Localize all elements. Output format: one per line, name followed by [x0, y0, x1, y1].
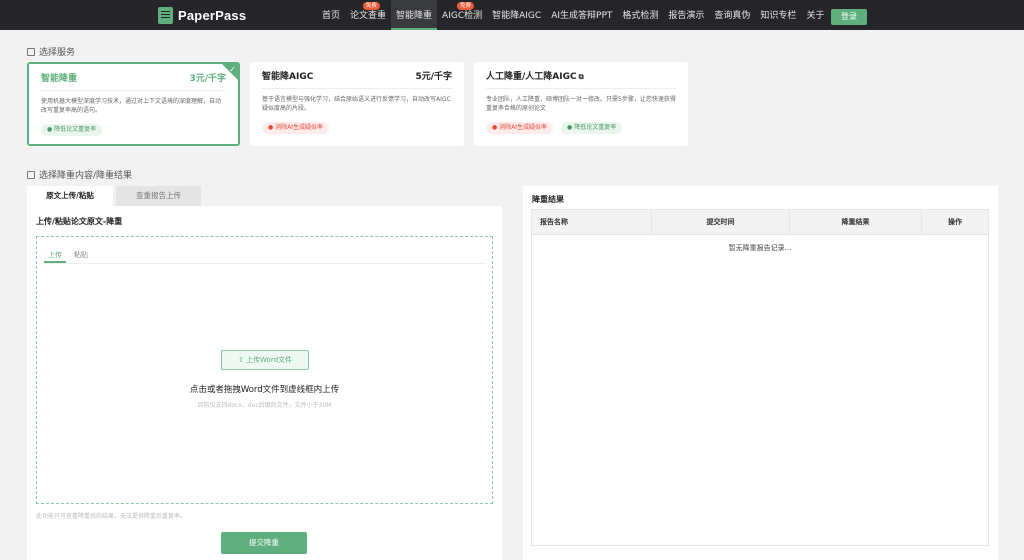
main-nav: 首页 论文查重 免费 智能降重 AIGC检测 免费 智能降AIGC AI生成答辩PP… [317, 0, 829, 30]
card-tags: ● 消除AI生成疑似率 ● 降低论文重复率 [486, 122, 676, 134]
subtabs: 上传 粘贴 [44, 247, 486, 264]
nav-item-home[interactable]: 首页 [317, 0, 345, 30]
section-title-text: 选择降重内容/降重结果 [39, 171, 133, 181]
results-table: 报告名称 提交时间 降重结果 操作 暂无降重报告记录... [531, 209, 989, 546]
nav-label: AIGC检测 [442, 11, 483, 21]
free-badge: 免费 [362, 2, 380, 10]
service-card-manual[interactable]: 人工降重/人工降AIGC ⧉ 专业团队，人工降重，硕博团队一对一修改。只需5步骤，… [474, 62, 688, 146]
column-header: 降重结果 [790, 210, 922, 234]
tag-text: 消除AI生成疑似率 [499, 124, 548, 131]
nav-item-format-check[interactable]: 格式检测 [617, 0, 663, 30]
nav-item-knowledge[interactable]: 知识专栏 [755, 0, 801, 30]
card-tags: ● 降低论文重复率 [41, 124, 226, 136]
nav-item-verify[interactable]: 查询真伪 [709, 0, 755, 30]
results-title: 降重结果 [532, 195, 564, 204]
tab-report-upload[interactable]: 查重报告上传 [116, 186, 201, 206]
upload-dropzone[interactable]: 上传 粘贴 ⇧ 上传Word文件 点击或者拖拽Word文件到虚线框内上传 目前仅… [36, 236, 493, 504]
login-button[interactable]: 登录 [831, 9, 867, 25]
tag: ● 降低论文重复率 [41, 124, 103, 136]
card-header: 人工降重/人工降AIGC ⧉ [486, 62, 676, 89]
tab-paste-upload[interactable]: 原文上传/粘贴 [27, 186, 113, 206]
submit-button[interactable]: 提交降重 [221, 532, 307, 554]
nav-item-aigc-detect[interactable]: AIGC检测 免费 [437, 0, 487, 30]
card-price: 5元/千字 [415, 71, 452, 82]
nav-label: 格式检测 [622, 11, 659, 21]
nav-item-about[interactable]: 关于 [801, 0, 829, 30]
card-name-text: 人工降重/人工降AIGC [486, 71, 577, 82]
section-title-content: 选择降重内容/降重结果 [27, 168, 132, 181]
card-header: 智能降重 3元/千字 [41, 64, 226, 91]
card-name: 智能降重 [41, 73, 78, 84]
nav-item-ai-ppt[interactable]: AI生成答辩PPT [546, 0, 617, 30]
nav-item-plagiarism-check[interactable]: 论文查重 免费 [345, 0, 391, 30]
logo[interactable]: PaperPass [158, 5, 246, 25]
tag: ● 消除AI生成疑似率 [262, 122, 330, 134]
nav-label: 论文查重 [350, 11, 387, 21]
nav-item-smart-rewrite[interactable]: 智能降重 [391, 0, 438, 30]
card-description: 专业团队，人工降重，硕博团队一对一修改。只需5步骤，让您快速获得重复率合格的原创… [486, 96, 676, 112]
top-navbar: PaperPass 首页 论文查重 免费 智能降重 AIGC检测 免费 智能降AIG… [0, 0, 1024, 30]
card-description: 使用机器大模型深度学习技术，通过对上下文语境的深度理解，自动改写重复率高的语句。 [41, 98, 222, 114]
tag-text: 消除AI生成疑似率 [275, 124, 324, 131]
column-header: 操作 [948, 218, 962, 226]
nav-label: 智能降重 [396, 11, 433, 21]
subtab-upload[interactable]: 上传 [44, 247, 66, 263]
column-header: 提交时间 [652, 210, 790, 234]
tag-text: 降低论文重复率 [54, 126, 97, 133]
service-card-smart-rewrite[interactable]: 智能降重 3元/千字 使用机器大模型深度学习技术，通过对上下文语境的深度理解，自… [27, 62, 240, 146]
card-header: 智能降AIGC 5元/千字 [262, 62, 452, 89]
nav-label: 报告演示 [668, 11, 705, 21]
upload-panel: 上传/粘贴论文原文-降重 上传 粘贴 ⇧ 上传Word文件 点击或者拖拽Word… [27, 206, 502, 560]
card-name: 智能降AIGC [262, 71, 314, 82]
section-title-services: 选择服务 [27, 45, 75, 58]
section-title-text: 选择服务 [39, 48, 76, 58]
tag: ● 消除AI生成疑似率 [486, 122, 554, 134]
results-panel: 降重结果 报告名称 提交时间 降重结果 操作 暂无降重报告记录... [523, 186, 998, 560]
upload-hint: 点击或者拖拽Word文件到虚线框内上传 [189, 385, 340, 395]
subtab-paste[interactable]: 粘贴 [70, 247, 92, 263]
card-name: 人工降重/人工降AIGC ⧉ [486, 69, 584, 82]
upload-button-label: 上传Word文件 [246, 356, 293, 364]
nav-label: 首页 [322, 11, 341, 21]
external-link-icon: ⧉ [578, 72, 584, 81]
logo-text: PaperPass [178, 7, 247, 23]
upload-word-button[interactable]: ⇧ 上传Word文件 [221, 350, 309, 370]
free-badge: 免费 [456, 2, 474, 10]
nav-item-smart-reduce-aigc[interactable]: 智能降AIGC [487, 0, 546, 30]
copy-icon [27, 47, 35, 56]
nav-label: 查询真伪 [714, 11, 751, 21]
card-description: 基于语言模型与强化学习，结合原始语义进行反馈学习，自动改写AIGC疑似度高的片段… [262, 96, 451, 112]
upload-icon: ⇧ [237, 356, 244, 364]
panel-heading: 上传/粘贴论文原文-降重 [36, 217, 123, 226]
check-icon: ✓ [229, 65, 236, 74]
card-tags: ● 消除AI生成疑似率 [262, 122, 452, 134]
nav-label: 智能降AIGC [492, 11, 542, 21]
empty-state: 暂无降重报告记录... [728, 244, 792, 252]
logo-icon [158, 6, 173, 24]
document-icon [27, 170, 35, 179]
tag: ● 降低论文重复率 [561, 122, 623, 134]
nav-label: AI生成答辩PPT [551, 11, 613, 21]
nav-label: 知识专栏 [760, 11, 797, 21]
panel-note: 此功能只可查看降重后的结果，无法提供降重后重复率。 [36, 513, 187, 520]
table-header: 报告名称 提交时间 降重结果 操作 [532, 210, 988, 235]
tag-text: 降低论文重复率 [574, 124, 617, 131]
column-header: 报告名称 [532, 210, 652, 234]
upload-subhint: 目前仅支持docx、doc后缀的文件，文件小于30M [197, 402, 332, 409]
service-card-smart-reduce-aigc[interactable]: 智能降AIGC 5元/千字 基于语言模型与强化学习，结合原始语义进行反馈学习，自… [250, 62, 464, 146]
nav-label: 关于 [806, 11, 825, 21]
nav-item-report-demo[interactable]: 报告演示 [663, 0, 709, 30]
